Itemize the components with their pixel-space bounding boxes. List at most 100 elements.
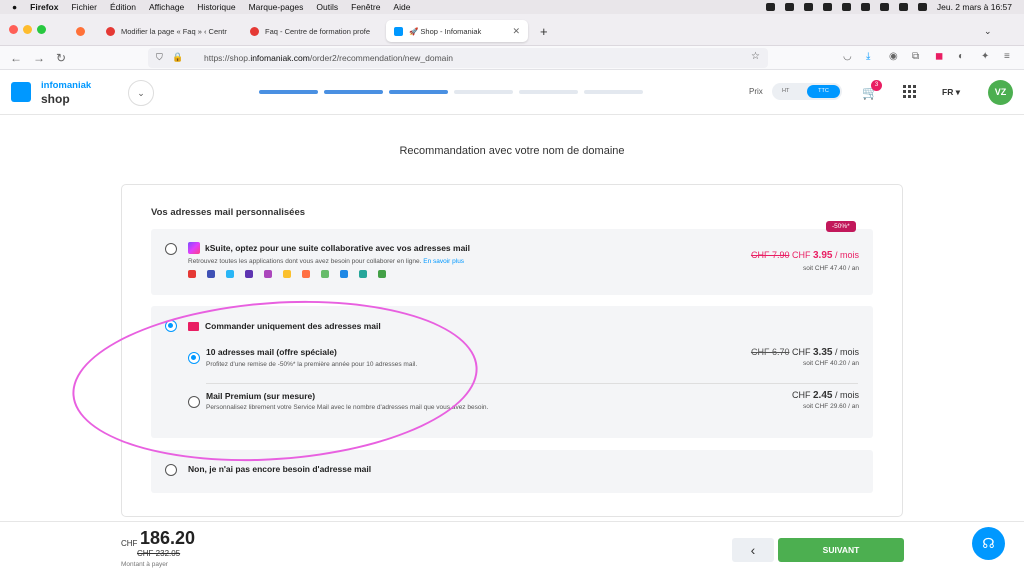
offer-10-title: 10 adresses mail (offre spéciale) bbox=[206, 347, 337, 357]
progress-step bbox=[519, 90, 578, 94]
new-tab-button[interactable]: + bbox=[532, 20, 552, 42]
total-amount: 186.20 bbox=[140, 528, 196, 548]
chevron-down-icon[interactable]: ⌄ bbox=[128, 80, 154, 106]
menu-icon[interactable]: ≡ bbox=[1004, 51, 1010, 62]
firefox-icon bbox=[76, 26, 85, 36]
radio-ksuite[interactable] bbox=[165, 243, 177, 255]
lock-icon[interactable]: 🔒 bbox=[172, 52, 183, 63]
menu-affichage[interactable]: Affichage bbox=[149, 2, 184, 12]
toggle-ttc[interactable]: TTC bbox=[807, 85, 840, 98]
status-icon[interactable] bbox=[860, 3, 870, 11]
status-icon[interactable] bbox=[784, 3, 794, 11]
control-center-icon[interactable] bbox=[917, 3, 927, 11]
tab-shop[interactable]: 🚀 Shop - Infomaniak ✕ bbox=[386, 20, 528, 42]
radio-none[interactable] bbox=[165, 464, 177, 476]
search-icon[interactable] bbox=[898, 3, 908, 11]
tab-list-icon[interactable]: ⌄ bbox=[976, 20, 996, 42]
price-mode-toggle[interactable]: HT TTC bbox=[772, 83, 842, 100]
status-icon[interactable] bbox=[803, 3, 813, 11]
offer-10-price-value: 3.35 bbox=[813, 347, 833, 358]
infomaniak-logo-icon[interactable] bbox=[11, 82, 31, 102]
shield-icon[interactable]: ⛉ bbox=[156, 52, 163, 63]
menu-marque-pages[interactable]: Marque-pages bbox=[249, 2, 304, 12]
brand-name[interactable]: infomaniak bbox=[41, 80, 91, 91]
learn-more-link[interactable]: En savoir plus bbox=[423, 258, 464, 265]
status-icon[interactable] bbox=[841, 3, 851, 11]
radio-10-addresses[interactable] bbox=[188, 352, 200, 364]
checkout-footer: CHF 186.20 CHF 232.05 Montant à payer ‹ … bbox=[0, 521, 1024, 576]
progress-step bbox=[584, 90, 643, 94]
ksuite-currency: CHF bbox=[791, 250, 811, 260]
url-prefix: https://shop. bbox=[204, 53, 251, 63]
tab-label: Modifier la page « Faq » ‹ Centr bbox=[121, 26, 227, 36]
back-icon[interactable]: ← bbox=[10, 51, 22, 65]
brand-shop[interactable]: shop bbox=[41, 92, 70, 106]
ksuite-yearly: soit CHF 47.40 / an bbox=[803, 265, 859, 272]
apple-icon[interactable]: ● bbox=[12, 2, 17, 12]
crop-icon[interactable]: ⧉ bbox=[912, 51, 919, 62]
status-icon[interactable] bbox=[765, 3, 775, 11]
bookmark-star-icon[interactable]: ☆ bbox=[751, 51, 760, 62]
avatar[interactable]: VZ bbox=[988, 80, 1013, 105]
tab-faq-edit[interactable]: Modifier la page « Faq » ‹ Centr bbox=[98, 20, 240, 42]
next-button[interactable]: SUIVANT bbox=[778, 538, 904, 562]
language-select[interactable]: FR ▾ bbox=[942, 87, 960, 98]
url-domain: infomaniak.com bbox=[250, 53, 310, 63]
radio-mail-only[interactable] bbox=[165, 320, 177, 332]
shop-header: infomaniak shop ⌄ Prix HT TTC 🛒 3 FR ▾ V… bbox=[0, 70, 1024, 115]
firefox-view-tab[interactable] bbox=[68, 20, 94, 42]
reload-icon[interactable]: ↻ bbox=[56, 51, 66, 65]
premium-title: Mail Premium (sur mesure) bbox=[206, 391, 316, 401]
extension-icon[interactable]: ◉ bbox=[889, 51, 898, 62]
wifi-icon[interactable] bbox=[879, 3, 889, 11]
extension-icon[interactable]: ◼ bbox=[935, 51, 943, 62]
support-headset-icon[interactable]: ☊ bbox=[972, 527, 1005, 560]
status-icon[interactable] bbox=[822, 3, 832, 11]
radio-mail-premium[interactable] bbox=[188, 396, 200, 408]
close-tab-icon[interactable]: ✕ bbox=[512, 26, 520, 37]
menu-aide[interactable]: Aide bbox=[393, 2, 410, 12]
pocket-icon[interactable]: ◡ bbox=[843, 51, 852, 62]
premium-per: / mois bbox=[834, 390, 859, 400]
price-label: Prix bbox=[749, 87, 763, 96]
back-button[interactable]: ‹ bbox=[732, 538, 774, 562]
option-none[interactable]: Non, je n'ai pas encore besoin d'adresse… bbox=[151, 450, 873, 493]
apps-grid-icon[interactable] bbox=[903, 85, 916, 98]
extension-icon[interactable]: ◐ bbox=[958, 51, 964, 62]
address-bar[interactable]: ⛉ 🔒 https://shop. infomaniak.com/order2/r… bbox=[148, 48, 768, 68]
language-value: FR bbox=[942, 87, 954, 97]
menu-app-name[interactable]: Firefox bbox=[30, 2, 58, 12]
macos-menubar: ● Firefox Fichier Édition Affichage Hist… bbox=[0, 0, 1024, 14]
menu-historique[interactable]: Historique bbox=[197, 2, 235, 12]
download-icon[interactable]: ⤓ bbox=[866, 51, 870, 62]
extensions-puzzle-icon[interactable]: ✦ bbox=[981, 51, 989, 62]
menu-fichier[interactable]: Fichier bbox=[71, 2, 97, 12]
ksuite-desc-text: Retrouvez toutes les applications dont v… bbox=[188, 258, 422, 265]
ksuite-title: kSuite, optez pour une suite collaborati… bbox=[205, 243, 471, 253]
total-currency: CHF bbox=[121, 539, 138, 548]
option-divider bbox=[206, 383, 858, 384]
app-icon bbox=[359, 270, 367, 278]
forward-icon[interactable]: → bbox=[33, 51, 45, 65]
ksuite-desc: Retrouvez toutes les applications dont v… bbox=[188, 258, 464, 265]
option-mail-only[interactable]: Commander uniquement des adresses mail 1… bbox=[151, 306, 873, 438]
menu-outils[interactable]: Outils bbox=[316, 2, 338, 12]
clock[interactable]: Jeu. 2 mars à 16:57 bbox=[937, 2, 1012, 12]
close-window-icon[interactable] bbox=[9, 25, 18, 34]
cart-badge: 3 bbox=[871, 80, 882, 91]
app-icon bbox=[340, 270, 348, 278]
browser-tabbar: Modifier la page « Faq » ‹ Centr Faq - C… bbox=[0, 14, 1024, 46]
toggle-ht[interactable]: HT bbox=[782, 88, 789, 94]
app-icon bbox=[283, 270, 291, 278]
window-controls bbox=[9, 25, 46, 34]
menu-edition[interactable]: Édition bbox=[110, 2, 136, 12]
zoom-window-icon[interactable] bbox=[37, 25, 46, 34]
menu-fenetre[interactable]: Fenêtre bbox=[351, 2, 380, 12]
chevron-left-icon: ‹ bbox=[750, 542, 756, 558]
offer-10-yearly: soit CHF 40.20 / an bbox=[803, 360, 859, 367]
none-title: Non, je n'ai pas encore besoin d'adresse… bbox=[188, 464, 372, 474]
app-icon bbox=[188, 270, 196, 278]
minimize-window-icon[interactable] bbox=[23, 25, 32, 34]
tab-faq[interactable]: Faq - Centre de formation profe bbox=[242, 20, 384, 42]
app-icon bbox=[226, 270, 234, 278]
